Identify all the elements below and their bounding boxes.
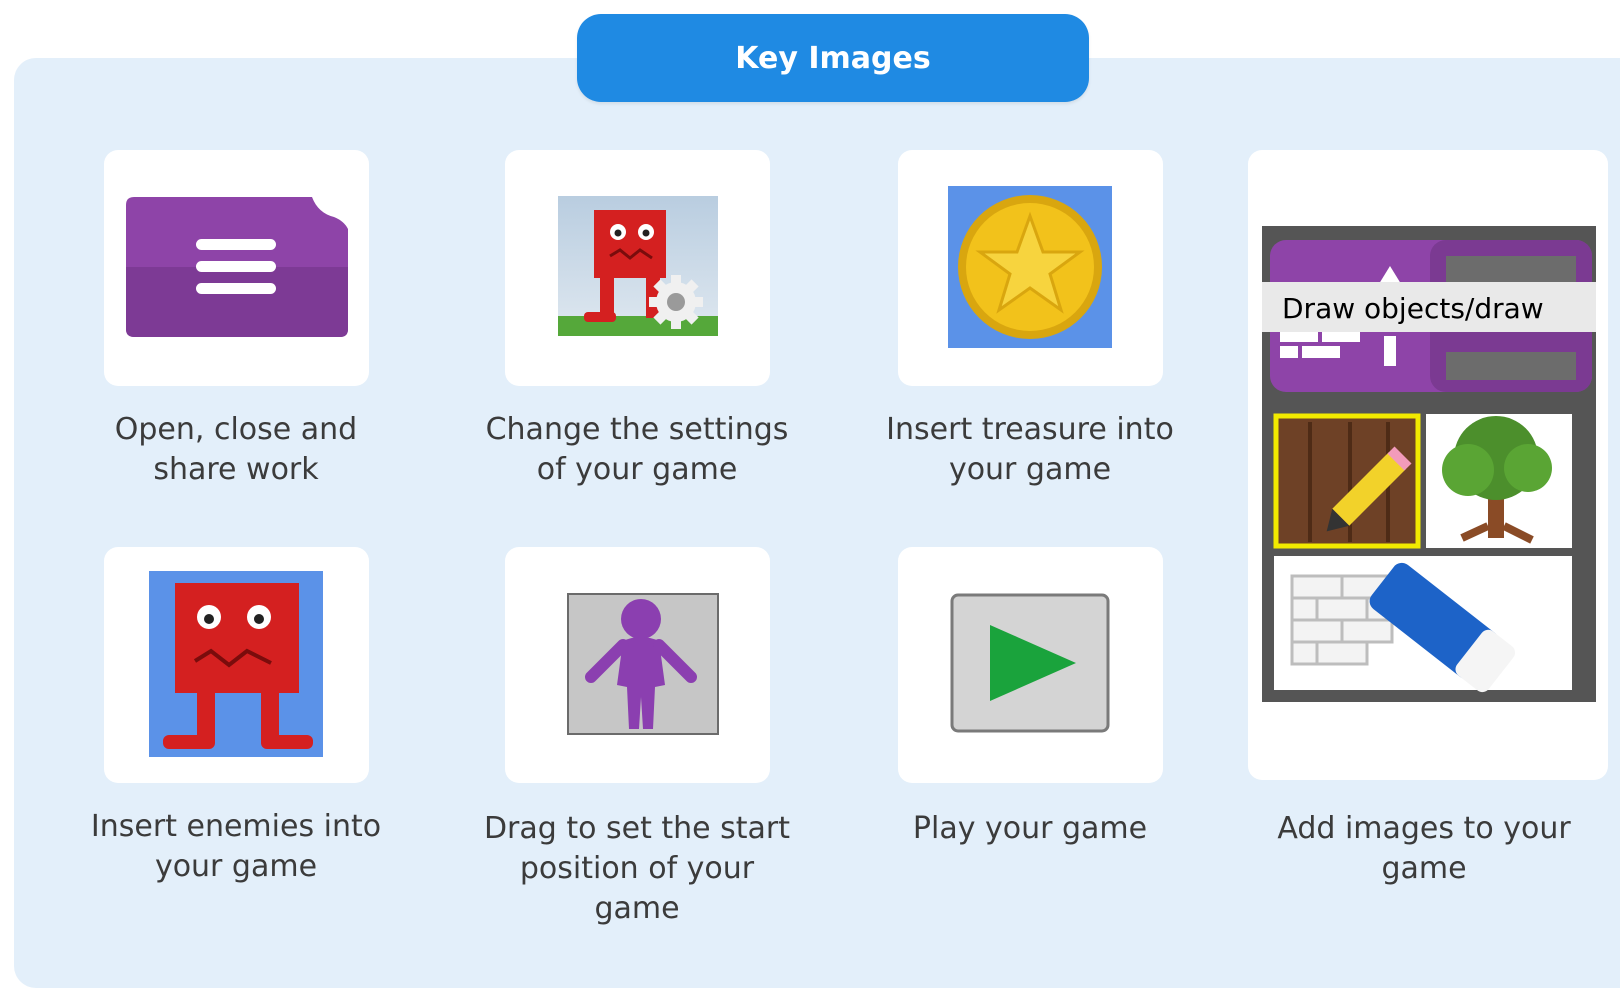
card-open-close-share <box>104 150 369 386</box>
card-add-images: Draw objects/draw <box>1248 150 1608 780</box>
caption-open-close-share: Open, close and share work <box>114 412 358 487</box>
treasure-coin-icon <box>948 186 1112 348</box>
caption-change-settings: Change the settings of your game <box>485 412 789 487</box>
draw-objects-icon: Draw objects/draw <box>1262 226 1596 702</box>
key-images-title: Key Images <box>577 14 1089 102</box>
card-insert-treasure <box>898 150 1163 386</box>
caption-play: Play your game <box>912 811 1148 846</box>
caption-insert-treasure: Insert treasure into your game <box>886 412 1174 487</box>
card-play <box>898 547 1163 783</box>
caption-insert-enemies: Insert enemies into your game <box>90 809 382 884</box>
enemy-monster-icon <box>149 571 323 757</box>
settings-monster-icon <box>558 196 718 336</box>
card-change-settings <box>505 150 770 386</box>
start-position-icon <box>567 593 719 735</box>
card-insert-enemies <box>104 547 369 783</box>
draw-tooltip: Draw objects/draw <box>1282 292 1544 325</box>
play-icon <box>950 593 1110 733</box>
card-start-position <box>505 547 770 783</box>
caption-add-images: Add images to your game <box>1277 811 1571 886</box>
menu-icon <box>122 195 350 339</box>
caption-start-position: Drag to set the start position of your g… <box>483 811 791 926</box>
